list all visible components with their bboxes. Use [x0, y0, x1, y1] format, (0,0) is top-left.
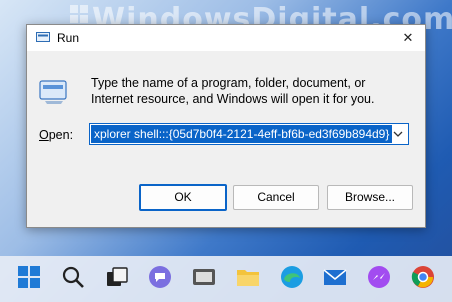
open-input[interactable]: xplorer shell:::{05d7b0f4-2121-4eff-bf6b… — [91, 125, 393, 143]
dialog-description: Type the name of a program, folder, docu… — [91, 76, 375, 106]
mail-icon[interactable] — [322, 264, 348, 290]
open-label-text: pen: — [48, 128, 74, 142]
watermark-logo-icon — [70, 5, 88, 23]
window-title: Run — [57, 31, 80, 45]
browse-button[interactable]: Browse... — [327, 185, 413, 210]
ok-button[interactable]: OK — [139, 184, 227, 211]
run-app-icon — [36, 32, 50, 42]
run-program-icon — [39, 80, 67, 104]
file-explorer-icon[interactable] — [235, 264, 261, 290]
cancel-button[interactable]: Cancel — [233, 185, 319, 210]
open-combobox[interactable]: xplorer shell:::{05d7b0f4-2121-4eff-bf6b… — [89, 123, 409, 145]
search-icon[interactable] — [60, 264, 86, 290]
windows-start-icon[interactable] — [16, 264, 42, 290]
open-label-mnemonic: O — [39, 128, 49, 142]
messenger-icon[interactable] — [366, 264, 392, 290]
close-icon: ✕ — [402, 30, 414, 45]
taskbar — [0, 256, 452, 302]
screen-capture-icon[interactable] — [191, 264, 217, 290]
open-label: Open: — [39, 128, 73, 142]
chrome-icon[interactable] — [410, 264, 436, 290]
run-dialog: Run ✕ Type the name of a program, folder… — [26, 24, 426, 228]
close-button[interactable]: ✕ — [399, 29, 417, 47]
title-bar[interactable]: Run ✕ — [27, 25, 425, 51]
task-view-icon[interactable] — [104, 264, 130, 290]
edge-browser-icon[interactable] — [279, 264, 305, 290]
teams-chat-icon[interactable] — [147, 264, 173, 290]
chevron-down-icon[interactable] — [390, 126, 406, 142]
